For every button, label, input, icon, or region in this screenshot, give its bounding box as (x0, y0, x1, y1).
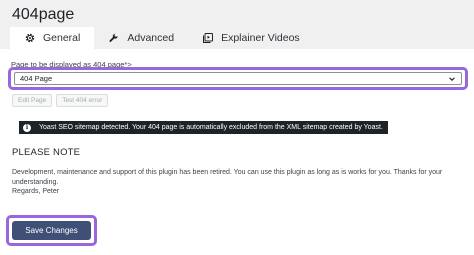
tab-explainer-videos-label: Explainer Videos (221, 32, 300, 44)
page-select-highlight: 404 Page (8, 67, 468, 90)
info-icon: i (23, 123, 31, 132)
edit-page-button[interactable]: Edit Page (12, 94, 53, 107)
page-header: 404page General Advanced Explainer Video… (0, 0, 474, 49)
tab-advanced-label: Advanced (127, 32, 175, 44)
page-select-value: 404 Page (20, 74, 53, 83)
page-select[interactable]: 404 Page (14, 72, 462, 85)
note-heading: PLEASE NOTE (12, 147, 81, 158)
tab-bar: General Advanced Explainer Videos (10, 27, 314, 49)
note-signature: Regards, Peter (12, 188, 60, 195)
page-title: 404page (12, 6, 75, 23)
page-action-buttons: Edit Page Test 404 error (12, 94, 109, 107)
gear-icon (25, 33, 35, 43)
video-icon (203, 33, 214, 43)
note-body-line: Development, maintenance and support of … (12, 169, 443, 176)
tab-advanced[interactable]: Advanced (94, 27, 188, 49)
save-button-highlight: Save Changes (6, 215, 97, 246)
yoast-notice: i Yoast SEO sitemap detected. Your 404 p… (19, 121, 388, 134)
tab-general-label: General (43, 32, 81, 44)
test-404-button[interactable]: Test 404 error (56, 94, 109, 107)
chevron-down-icon (449, 76, 455, 81)
notice-text: Yoast SEO sitemap detected. Your 404 pag… (39, 124, 383, 131)
settings-page: 404page General Advanced Explainer Video… (0, 0, 474, 255)
tab-general[interactable]: General (10, 27, 95, 49)
note-body-line: understanding. (12, 178, 59, 186)
note-body: Development, maintenance and support of … (12, 168, 467, 197)
save-changes-button[interactable]: Save Changes (12, 221, 91, 240)
tab-explainer-videos[interactable]: Explainer Videos (188, 27, 314, 49)
wrench-icon (109, 33, 119, 42)
